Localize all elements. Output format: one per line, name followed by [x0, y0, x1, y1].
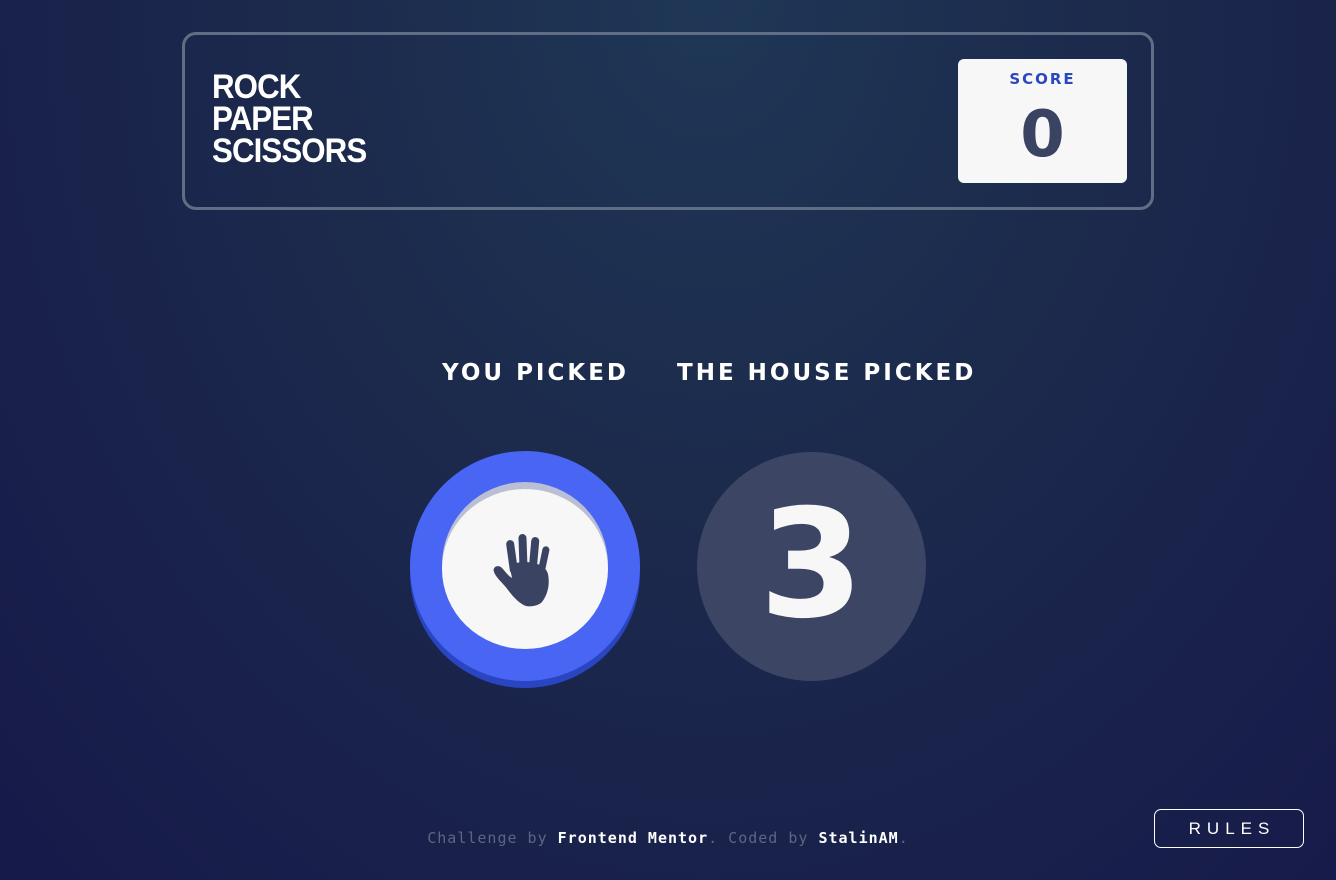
house-picked-label: THE HOUSE PICKED [677, 360, 977, 386]
rules-button[interactable]: RULES [1154, 809, 1304, 848]
title-line-rock: ROCK [212, 68, 301, 106]
game-title: ROCK PAPER SCISSORS [212, 68, 367, 170]
score-box: SCORE 0 [958, 59, 1127, 183]
author-link[interactable]: StalinAM [818, 829, 898, 847]
you-picked-label: YOU PICKED [442, 360, 629, 386]
frontend-mentor-link[interactable]: Frontend Mentor [558, 829, 708, 847]
player-choice-paper [410, 451, 640, 688]
title-line-paper: PAPER [212, 100, 314, 138]
title-line-scissors: SCISSORS [212, 132, 367, 170]
paper-hand-icon [493, 534, 550, 607]
coded-prefix: . Coded by [708, 829, 819, 847]
chip-face [442, 489, 608, 649]
game-header: ROCK PAPER SCISSORS SCORE 0 [182, 32, 1154, 210]
house-choice-placeholder: 3 [697, 452, 926, 681]
score-label: SCORE [1009, 70, 1076, 88]
challenge-prefix: Challenge by [427, 829, 558, 847]
attribution-suffix: . [898, 829, 909, 847]
attribution: Challenge by Frontend Mentor. Coded by S… [0, 829, 1336, 847]
score-value: 0 [1020, 98, 1065, 172]
house-countdown: 3 [759, 478, 864, 652]
